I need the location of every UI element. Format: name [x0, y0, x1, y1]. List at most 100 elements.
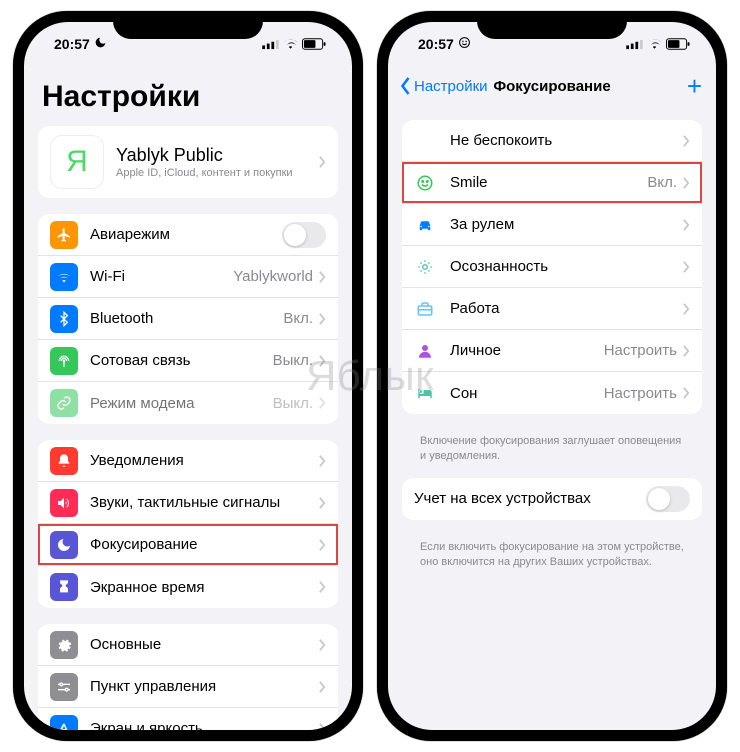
settings-row-mind[interactable]: Осознанность [402, 246, 702, 288]
row-detail: Выкл. [273, 395, 313, 412]
status-icons [262, 38, 326, 50]
row-detail: Выкл. [273, 352, 313, 369]
general-group: ОсновныеПункт управленияЭкран и яркостьЭ… [38, 624, 338, 730]
focus-list-group: Не беспокоить SmileВкл. За рулем Осознаннос… [402, 120, 702, 414]
chevron-right-icon [683, 345, 690, 357]
row-label: Smile [450, 174, 647, 191]
chevron-right-icon [319, 397, 326, 409]
profile-badge: Я [50, 135, 104, 189]
settings-row-person[interactable]: ЛичноеНастроить [402, 330, 702, 372]
settings-row-hourglass[interactable]: Экранное время [38, 566, 338, 608]
notifications-group: Уведомления Звуки, тактильные сигналы Фоку… [38, 440, 338, 608]
moon-icon [50, 531, 78, 559]
chevron-right-icon [319, 639, 326, 651]
row-label: Экран и яркость [90, 720, 319, 730]
profile-row[interactable]: Я Yablyk Public Apple ID, iCloud, контен… [38, 126, 338, 198]
chevron-right-icon [319, 355, 326, 367]
gear-icon [50, 631, 78, 659]
mind-icon [414, 258, 436, 276]
toggle-switch[interactable] [282, 222, 326, 248]
chevron-right-icon [319, 539, 326, 551]
chevron-right-icon [683, 135, 690, 147]
connectivity-group: АвиарежимWi-FiYablykworldBluetoothВкл.Со… [38, 214, 338, 424]
settings-row-gear[interactable]: Основные [38, 624, 338, 666]
row-detail: Настроить [604, 342, 677, 359]
settings-row-moon[interactable]: Не беспокоить [402, 120, 702, 162]
briefcase-icon [414, 300, 436, 318]
row-label: Сон [450, 385, 604, 402]
nav-back-button[interactable]: Настройки [400, 77, 488, 95]
speaker-icon [50, 489, 78, 517]
row-label: Пункт управления [90, 678, 319, 695]
moon-status-icon [94, 36, 107, 52]
row-detail: Вкл. [283, 310, 313, 327]
settings-row-briefcase[interactable]: Работа [402, 288, 702, 330]
nav-bar: Настройки Фокусирование + [388, 66, 716, 106]
row-label: Фокусирование [90, 536, 319, 553]
row-label: Уведомления [90, 452, 319, 469]
row-detail: Yablykworld [233, 268, 313, 285]
sliders-icon [50, 673, 78, 701]
nav-title: Фокусирование [493, 78, 610, 95]
status-icons [626, 38, 690, 50]
row-label: Не беспокоить [450, 132, 683, 149]
row-label: Звуки, тактильные сигналы [90, 494, 319, 511]
chevron-right-icon [319, 581, 326, 593]
share-group: Учет на всех устройствах [402, 478, 702, 520]
nav-back-label: Настройки [414, 78, 488, 95]
share-label: Учет на всех устройствах [414, 490, 646, 507]
share-switch[interactable] [646, 486, 690, 512]
chevron-right-icon [683, 219, 690, 231]
settings-row-moon[interactable]: Фокусирование [38, 524, 338, 566]
profile-name: Yablyk Public [116, 145, 319, 166]
row-detail: Настроить [604, 385, 677, 402]
row-label: За рулем [450, 216, 683, 233]
textsize-icon [50, 715, 78, 731]
page-title: Настройки [38, 66, 338, 126]
row-label: Личное [450, 342, 604, 359]
chevron-right-icon [683, 261, 690, 273]
profile-sub: Apple ID, iCloud, контент и покупки [116, 167, 319, 179]
share-row[interactable]: Учет на всех устройствах [402, 478, 702, 520]
link-icon [50, 389, 78, 417]
settings-row-speaker[interactable]: Звуки, тактильные сигналы [38, 482, 338, 524]
settings-row-antenna[interactable]: Сотовая связьВыкл. [38, 340, 338, 382]
phone-right: 20:57 Настройки Фокусирование + [377, 11, 727, 741]
focus-footer-text: Включение фокусирования заглушает оповещ… [402, 430, 702, 478]
antenna-icon [50, 347, 78, 375]
settings-row-bell[interactable]: Уведомления [38, 440, 338, 482]
row-label: Wi-Fi [90, 268, 233, 285]
phone-left: 20:57 Настройки Я Yablyk Public Apple ID… [13, 11, 363, 741]
settings-row-wifi[interactable]: Wi-FiYablykworld [38, 256, 338, 298]
moon-icon [414, 132, 436, 150]
status-time: 20:57 [54, 36, 90, 52]
notch [113, 11, 263, 39]
settings-row-sliders[interactable]: Пункт управления [38, 666, 338, 708]
chevron-right-icon [319, 681, 326, 693]
notch [477, 11, 627, 39]
smile-icon [414, 174, 436, 192]
settings-row-smile[interactable]: SmileВкл. [402, 162, 702, 204]
chevron-right-icon [319, 271, 326, 283]
row-label: Авиарежим [90, 226, 282, 243]
chevron-right-icon [319, 497, 326, 509]
bluetooth-icon [50, 305, 78, 333]
row-detail: Вкл. [647, 174, 677, 191]
chevron-right-icon [319, 455, 326, 467]
bed-icon [414, 384, 436, 402]
settings-row-car[interactable]: За рулем [402, 204, 702, 246]
chevron-right-icon [683, 303, 690, 315]
settings-row-link[interactable]: Режим модемаВыкл. [38, 382, 338, 424]
settings-row-bluetooth[interactable]: BluetoothВкл. [38, 298, 338, 340]
row-label: Осознанность [450, 258, 683, 275]
chevron-right-icon [683, 387, 690, 399]
share-footer-text: Если включить фокусирование на этом устр… [402, 536, 702, 584]
chevron-right-icon [319, 723, 326, 731]
row-label: Bluetooth [90, 310, 283, 327]
add-button[interactable]: + [687, 73, 702, 99]
car-icon [414, 216, 436, 234]
settings-row-airplane[interactable]: Авиарежим [38, 214, 338, 256]
row-label: Сотовая связь [90, 352, 273, 369]
settings-row-textsize[interactable]: Экран и яркость [38, 708, 338, 730]
settings-row-bed[interactable]: СонНастроить [402, 372, 702, 414]
